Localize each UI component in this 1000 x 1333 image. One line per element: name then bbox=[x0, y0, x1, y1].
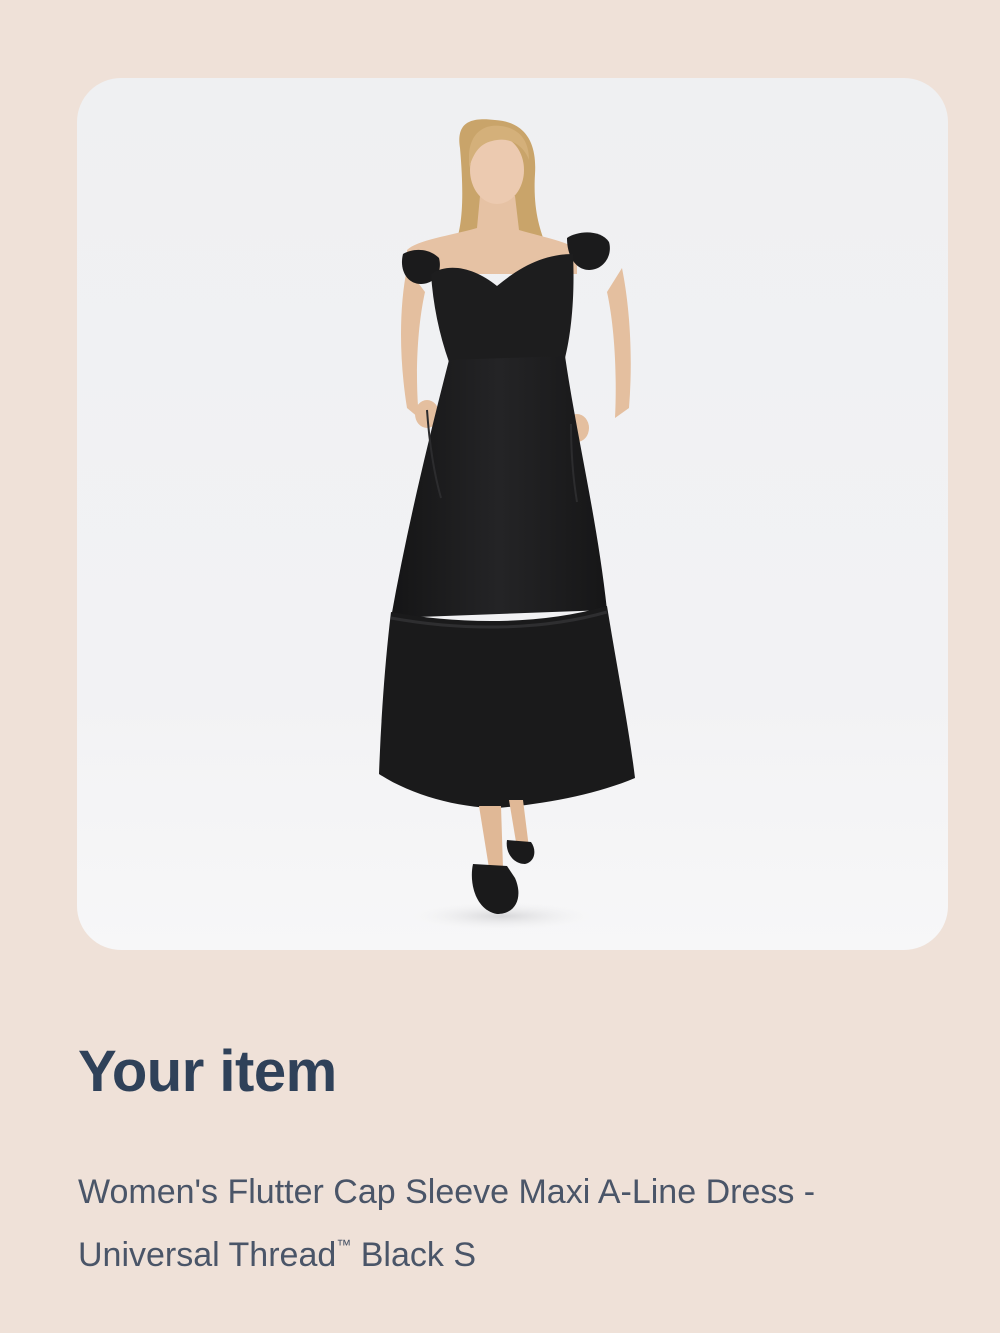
page-title: Your item bbox=[78, 1039, 337, 1104]
trademark-symbol: ™ bbox=[336, 1237, 352, 1254]
product-image-card bbox=[77, 78, 948, 950]
product-name: Women's Flutter Cap Sleeve Maxi A-Line D… bbox=[78, 1166, 938, 1282]
product-variant: Black S bbox=[351, 1236, 476, 1274]
product-photo bbox=[379, 119, 635, 930]
